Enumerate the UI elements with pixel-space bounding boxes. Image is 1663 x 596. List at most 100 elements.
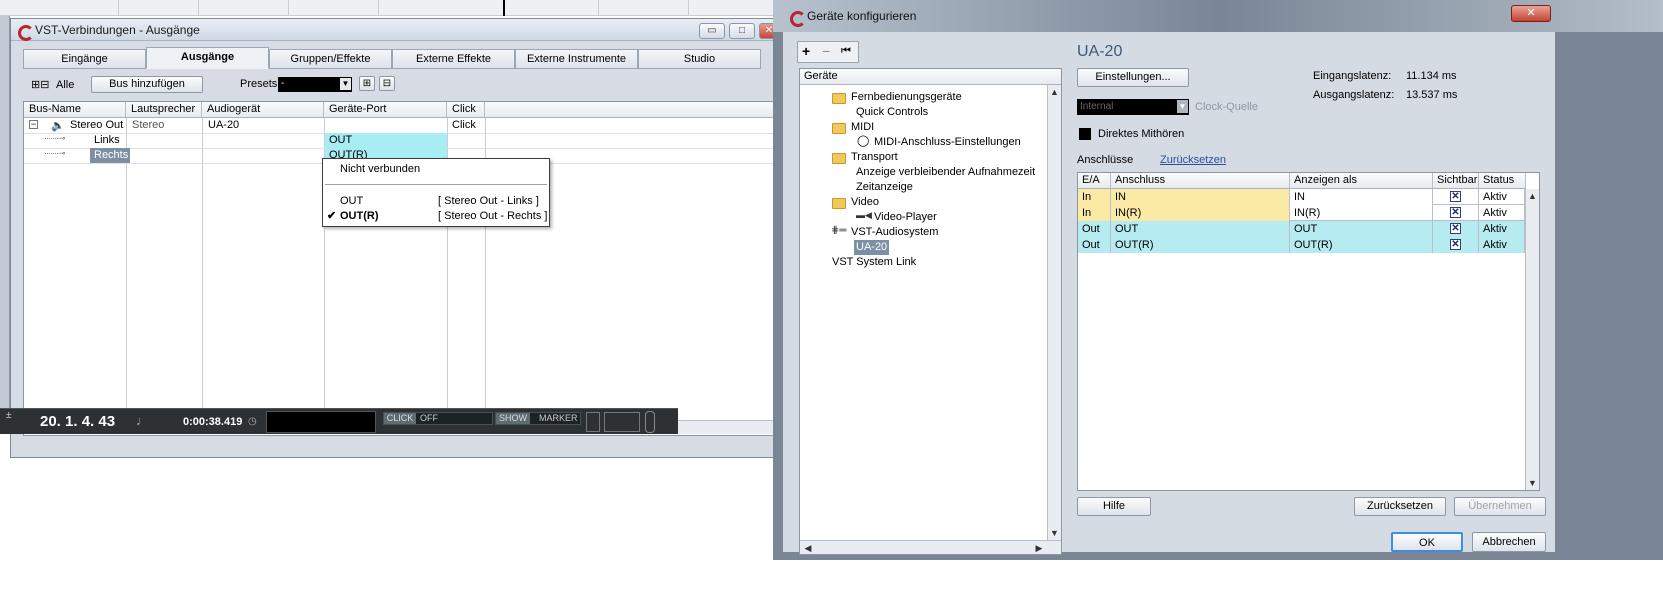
menu-item-out-r[interactable]: ✔ OUT(R) [ Stereo Out - Rechts ]	[323, 209, 549, 224]
scroll-up-icon[interactable]: ▲	[1048, 85, 1061, 99]
speaker-cell[interactable]: Stereo	[128, 118, 164, 133]
io-cell: Out	[1078, 237, 1111, 253]
col-empty	[485, 102, 790, 118]
tree-item-video-player[interactable]: Video-Player	[874, 210, 937, 225]
device-cell[interactable]: UA-20	[204, 118, 239, 133]
table-row[interactable]: In IN(R) IN(R) ✕ Aktiv	[1078, 205, 1525, 221]
tree-item-video[interactable]: Video	[851, 195, 879, 210]
tab-externe-instrumente[interactable]: Externe Instrumente	[515, 49, 638, 69]
scroll-down-icon[interactable]: ▼	[1048, 526, 1061, 540]
add-bus-button[interactable]: Bus hinzufügen	[91, 76, 203, 93]
tree-item-midi-port-settings[interactable]: MIDI-Anschluss-Einstellungen	[874, 135, 1021, 150]
table-row[interactable]: Out OUT(R) OUT(R) ✕ Aktiv	[1078, 237, 1525, 253]
delete-preset-icon[interactable]: ⊟	[379, 76, 395, 91]
tree-item-vst-system-link[interactable]: VST System Link	[832, 255, 916, 270]
transport-plus-minus-icon[interactable]: ±	[6, 411, 12, 421]
tree-item-ua20[interactable]: UA-20	[854, 240, 890, 255]
scroll-right-icon[interactable]: ▶	[1033, 541, 1045, 555]
menu-item-not-connected[interactable]: Nicht verbunden	[323, 162, 549, 177]
tree-vertical-scrollbar[interactable]: ▲ ▼	[1047, 85, 1061, 540]
reset-device-icon[interactable]: ⏮	[841, 45, 851, 58]
maximize-button[interactable]: □	[729, 23, 755, 39]
transport-display-box[interactable]	[266, 411, 376, 433]
port-cell[interactable]: OUT(R)	[1111, 237, 1290, 253]
reset-link[interactable]: Zurücksetzen	[1160, 154, 1226, 166]
chevron-down-icon: ▼	[340, 78, 351, 90]
tab-gruppen-effekte[interactable]: Gruppen/Effekte	[269, 49, 392, 69]
menu-item-out[interactable]: OUT [ Stereo Out - Links ]	[323, 194, 549, 209]
folder-icon	[832, 123, 846, 134]
clock-source-select[interactable]: Internal ▼	[1077, 99, 1189, 115]
tree-item-time-display[interactable]: Zeitanzeige	[856, 180, 913, 195]
tree-horizontal-scrollbar[interactable]: ◀ ▶	[800, 540, 1061, 554]
table-row[interactable]: Out OUT OUT ✕ Aktiv	[1078, 221, 1525, 237]
bus-name-cell[interactable]: Stereo Out	[66, 118, 123, 133]
col-visible[interactable]: Sichtbar	[1433, 173, 1479, 189]
visible-checkbox[interactable]: ✕	[1450, 207, 1461, 218]
io-cell: Out	[1078, 221, 1111, 237]
col-audiogeraet[interactable]: Audiogerät	[202, 102, 324, 118]
col-status[interactable]: Status	[1479, 173, 1526, 189]
transport-position[interactable]: 20. 1. 4. 43	[40, 413, 115, 430]
col-port[interactable]: Anschluss	[1111, 173, 1290, 189]
ports-vertical-scrollbar[interactable]: ▲ ▼	[1525, 189, 1539, 490]
display-cell[interactable]: IN(R)	[1290, 205, 1433, 221]
cancel-button[interactable]: Abbrechen	[1472, 532, 1546, 552]
presets-select[interactable]: - ▼	[278, 77, 352, 92]
tab-eingaenge[interactable]: Eingänge	[23, 49, 146, 69]
apply-button[interactable]: Übernehmen	[1454, 497, 1546, 516]
ok-button[interactable]: OK	[1391, 532, 1463, 552]
tab-externe-effekte[interactable]: Externe Effekte	[392, 49, 515, 69]
tree-item-quick-controls[interactable]: Quick Controls	[856, 105, 928, 120]
tree-item-vst-audio-system[interactable]: VST-Audiosystem	[851, 225, 938, 240]
port-cell[interactable]: OUT	[325, 133, 447, 148]
tab-studio[interactable]: Studio	[638, 49, 761, 69]
scroll-up-icon[interactable]: ▲	[1526, 189, 1539, 203]
save-preset-icon[interactable]: ⊞	[359, 76, 375, 91]
expand-collapse-all-icon[interactable]: ⊞⊟	[31, 78, 49, 91]
click-cell[interactable]: Click	[448, 118, 476, 133]
visible-checkbox[interactable]: ✕	[1450, 223, 1461, 234]
port-cell[interactable]: IN	[1111, 189, 1290, 205]
reset-button[interactable]: Zurücksetzen	[1354, 497, 1446, 516]
minimize-button[interactable]: ▭	[699, 23, 725, 39]
table-row[interactable]: In IN IN ✕ Aktiv	[1078, 189, 1525, 205]
tree-item-transport[interactable]: Transport	[851, 150, 898, 165]
tab-ausgaenge[interactable]: Ausgänge	[146, 47, 269, 69]
display-cell[interactable]: OUT	[1290, 221, 1433, 237]
add-device-icon[interactable]: +	[802, 43, 810, 59]
tree-item-remote-devices[interactable]: Fernbedienungsgeräte	[851, 90, 962, 105]
tree-item-remaining-record-time[interactable]: Anzeige verbleibender Aufnahmezeit	[856, 165, 1035, 180]
tree-connector-icon: ·······⊸	[44, 148, 66, 158]
settings-button[interactable]: Einstellungen...	[1077, 68, 1189, 87]
click-box[interactable]: CLICK OFF	[383, 412, 493, 425]
transport-time[interactable]: 0:00:38.419	[183, 416, 242, 428]
help-button[interactable]: Hilfe	[1077, 497, 1151, 516]
channel-name-cell[interactable]: Rechts	[90, 148, 131, 163]
visible-checkbox[interactable]: ✕	[1450, 239, 1461, 250]
col-lautsprecher[interactable]: Lautsprecher	[126, 102, 202, 118]
col-click[interactable]: Click	[447, 102, 485, 118]
display-cell[interactable]: OUT(R)	[1290, 237, 1433, 253]
col-geraete-port[interactable]: Geräte-Port	[324, 102, 447, 118]
transport-slider[interactable]	[645, 411, 655, 433]
port-cell[interactable]: OUT	[1111, 221, 1290, 237]
marker-box[interactable]: SHOW MARKER	[495, 412, 581, 425]
display-cell[interactable]: IN	[1290, 189, 1433, 205]
port-cell[interactable]: IN(R)	[1111, 205, 1290, 221]
scroll-down-icon[interactable]: ▼	[1526, 476, 1539, 490]
remove-device-icon[interactable]: −	[822, 43, 830, 59]
tree-header: Geräte	[800, 69, 1061, 85]
vst-tabs: Eingänge Ausgänge Gruppen/Effekte Extern…	[23, 47, 761, 69]
col-display-as[interactable]: Anzeigen als	[1290, 173, 1433, 189]
scroll-left-icon[interactable]: ◀	[802, 541, 814, 555]
collapse-icon[interactable]: −	[29, 120, 38, 129]
tree-item-midi[interactable]: MIDI	[851, 120, 874, 135]
channel-name-cell[interactable]: Links	[90, 133, 120, 148]
col-io[interactable]: E/A	[1078, 173, 1111, 189]
col-bus-name[interactable]: Bus-Name	[24, 102, 126, 118]
dialog-body: + − ⏮ Geräte Fernbedienungsgeräte Quick …	[783, 32, 1555, 555]
dialog-close-button[interactable]: ✕	[1511, 5, 1551, 22]
visible-checkbox[interactable]: ✕	[1450, 191, 1461, 202]
direct-monitoring-checkbox[interactable]	[1079, 128, 1091, 140]
